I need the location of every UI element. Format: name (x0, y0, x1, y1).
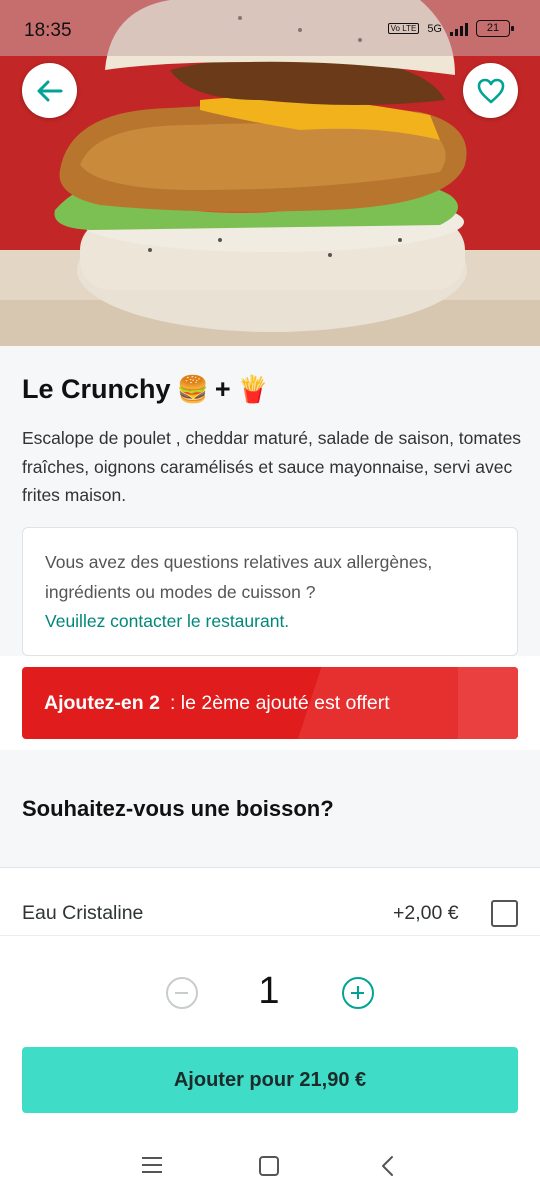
plus-circle-icon[interactable] (342, 977, 374, 1009)
minus-circle-icon[interactable] (166, 977, 198, 1009)
contact-restaurant-link[interactable]: Veuillez contacter le restaurant. (45, 607, 495, 637)
promo-banner: Ajoutez-en 2 : le 2ème ajouté est offert (22, 667, 518, 739)
quantity-value: 1 (258, 970, 280, 1012)
fries-emoji: 🍟 (236, 374, 270, 404)
arrow-left-icon (37, 80, 62, 101)
burger-emoji: 🍔 (176, 374, 209, 404)
status-bar: 18:35 Vo LTE 5G 21 (0, 0, 540, 56)
volte-icon: Vo LTE (387, 23, 420, 34)
back-button[interactable] (22, 63, 77, 118)
drink-section-title: Souhaitez-vous une boisson? (22, 796, 334, 821)
chevron-left-icon[interactable] (378, 1155, 398, 1177)
signal-icon (450, 22, 468, 36)
battery-icon: 21 (476, 20, 514, 37)
allergy-notice: Vous avez des questions relatives aux al… (22, 527, 518, 656)
product-description: Escalope de poulet , cheddar maturé, sal… (22, 428, 522, 505)
status-time: 18:35 (24, 20, 72, 41)
product-name: Le Crunchy (22, 374, 171, 404)
section-divider (0, 740, 540, 750)
add-to-cart-button[interactable]: Ajouter pour 21,90 € (22, 1047, 518, 1113)
status-icons: Vo LTE 5G 21 (387, 20, 514, 37)
promo-decoration-2 (458, 667, 518, 739)
allergy-text: Vous avez des questions relatives aux al… (45, 552, 433, 602)
product-image: 18:35 Vo LTE 5G 21 (0, 0, 540, 346)
drink-option-checkbox[interactable] (491, 900, 518, 927)
drink-option-price: +2,00 € (393, 902, 459, 924)
title-plus: + (214, 374, 231, 404)
drink-option-name: Eau Cristaline (22, 902, 144, 924)
menu-icon[interactable] (142, 1157, 162, 1173)
heart-outline-icon (477, 78, 504, 103)
promo-highlight: Ajoutez-en 2 (44, 691, 160, 714)
promo-text: : le 2ème ajouté est offert (169, 691, 390, 714)
home-square-icon[interactable] (259, 1156, 279, 1176)
network-type: 5G (427, 22, 442, 35)
product-title: Le Crunchy 🍔 + 🍟 (22, 374, 269, 405)
favorite-button[interactable] (463, 63, 518, 118)
